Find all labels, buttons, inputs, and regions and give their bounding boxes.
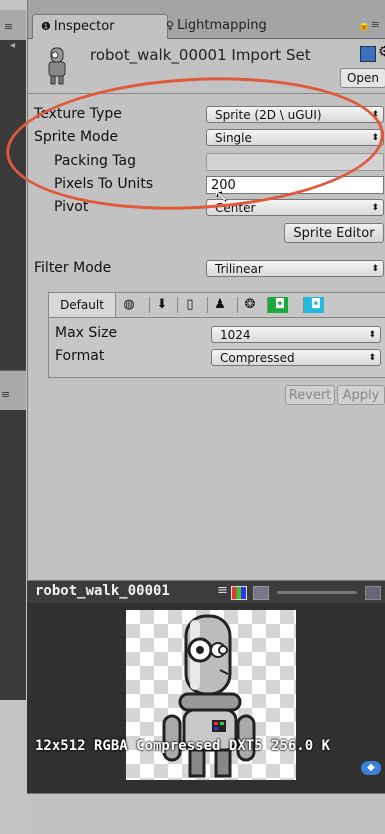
sprite-editor-button[interactable]: Sprite Editor	[284, 223, 384, 243]
max-size-label: Max Size	[55, 325, 118, 341]
texture-info: 12x512 RGBA Compressed DXT5 256.0 K	[35, 738, 331, 754]
help-book-icon[interactable]	[360, 46, 376, 62]
rgb-channel-icon[interactable]	[231, 586, 247, 600]
mouse-cursor-icon: ↖	[213, 185, 229, 206]
panel-menu-icon[interactable]: ≡	[1, 388, 10, 401]
tab-lightmapping[interactable]: ♀ Lightmapping	[158, 14, 275, 38]
dropdown-arrow-icon: ⬍	[371, 264, 379, 274]
web-icon[interactable]: ◍	[121, 297, 137, 313]
texture-type-row: Texture Type Sprite (2D \ uGUI) ⬍	[28, 103, 385, 127]
tab-lightmapping-label: Lightmapping	[177, 18, 267, 33]
packing-tag-field[interactable]	[206, 153, 384, 171]
revert-button[interactable]: Revert	[285, 385, 335, 405]
expand-arrow-icon[interactable]: ◂	[10, 40, 15, 51]
tab-inspector-label: Inspector	[53, 19, 115, 34]
robot-sprite	[162, 614, 256, 778]
sprite-mode-label: Sprite Mode	[34, 129, 119, 145]
format-label: Format	[55, 348, 105, 364]
pivot-label: Pivot	[54, 199, 89, 215]
pivot-dropdown[interactable]: Center ⬍	[206, 199, 384, 216]
dropdown-arrow-icon: ⬍	[371, 203, 379, 213]
asset-title: robot_walk_00001 Import Set	[90, 46, 311, 64]
packing-tag-label: Packing Tag	[54, 153, 136, 169]
format-dropdown[interactable]: Compressed ⬍	[211, 349, 381, 366]
mobile-icon[interactable]: ▯	[177, 297, 198, 313]
filter-mode-row: Filter Mode Trilinear ⬍	[28, 257, 385, 281]
filter-mode-label: Filter Mode	[34, 260, 112, 276]
project-panel	[0, 410, 26, 700]
bulb-icon: ♀	[166, 19, 175, 32]
alpha-channel-icon[interactable]	[253, 586, 269, 600]
download-icon[interactable]: ⬇	[149, 297, 170, 313]
format-value: Compressed	[220, 351, 295, 365]
pixels-to-units-row: Pixels To Units 200	[28, 173, 385, 197]
sprite-mode-dropdown[interactable]: Single ⬍	[206, 129, 384, 146]
asset-thumbnail	[48, 47, 66, 85]
bottom-bar	[27, 793, 385, 834]
texture-type-value: Sprite (2D \ uGUI)	[215, 108, 322, 122]
texture-type-label: Texture Type	[34, 106, 122, 122]
dropdown-arrow-icon: ⬍	[371, 133, 379, 143]
windows-store-icon[interactable]: ◘	[267, 297, 288, 313]
platform-settings-box: Default ◍ ⬇ ▯ ♟ ❂ ◘ ◘ Max Size 1024 ⬍ For…	[48, 292, 385, 378]
platform-tabs: Default ◍ ⬇ ▯ ♟ ❂ ◘ ◘	[49, 293, 385, 318]
open-button[interactable]: Open	[340, 68, 385, 88]
dropdown-arrow-icon: ⬍	[371, 110, 379, 120]
mipmap-icon[interactable]	[365, 586, 381, 600]
texture-type-dropdown[interactable]: Sprite (2D \ uGUI) ⬍	[206, 106, 384, 123]
mip-level-slider[interactable]	[277, 591, 357, 594]
sprite-mode-value: Single	[215, 131, 252, 145]
max-size-value: 1024	[220, 328, 251, 342]
tab-bar: ❶ Inspector ♀ Lightmapping 🔒≡	[28, 0, 385, 39]
blackberry-icon[interactable]: ❂	[237, 297, 258, 313]
lock-icon[interactable]: 🔒≡	[357, 18, 380, 31]
info-icon: ❶	[41, 20, 51, 33]
dropdown-arrow-icon: ⬍	[368, 330, 376, 340]
windows-store-alt-icon[interactable]: ◘	[303, 297, 324, 313]
tab-inspector[interactable]: ❶ Inspector	[32, 14, 168, 39]
packing-tag-row: Packing Tag	[28, 150, 385, 174]
apply-button[interactable]: Apply	[337, 385, 385, 405]
divider	[28, 93, 385, 94]
max-size-dropdown[interactable]: 1024 ⬍	[211, 326, 381, 343]
filter-mode-value: Trilinear	[215, 262, 263, 276]
panel-menu-icon[interactable]: ≡	[4, 20, 13, 33]
gear-icon[interactable]: ⚙	[378, 44, 385, 60]
pixels-to-units-field[interactable]: 200	[206, 176, 384, 194]
hierarchy-panel	[0, 40, 26, 370]
preview-title: robot_walk_00001	[35, 583, 170, 599]
asset-label-icon[interactable]: ◆	[361, 761, 381, 775]
left-panel-footer	[0, 700, 26, 833]
android-icon[interactable]: ♟	[207, 297, 228, 313]
pixels-to-units-label: Pixels To Units	[54, 176, 154, 192]
sprite-mode-row: Sprite Mode Single ⬍	[28, 126, 385, 150]
tab-default-platform[interactable]: Default	[49, 293, 116, 317]
pivot-row: Pivot Center ⬍	[28, 196, 385, 220]
dropdown-arrow-icon: ⬍	[368, 353, 376, 363]
menu-icon[interactable]: ≡	[217, 583, 228, 598]
filter-mode-dropdown[interactable]: Trilinear ⬍	[206, 260, 384, 277]
preview-header: robot_walk_00001 ≡	[27, 581, 385, 603]
